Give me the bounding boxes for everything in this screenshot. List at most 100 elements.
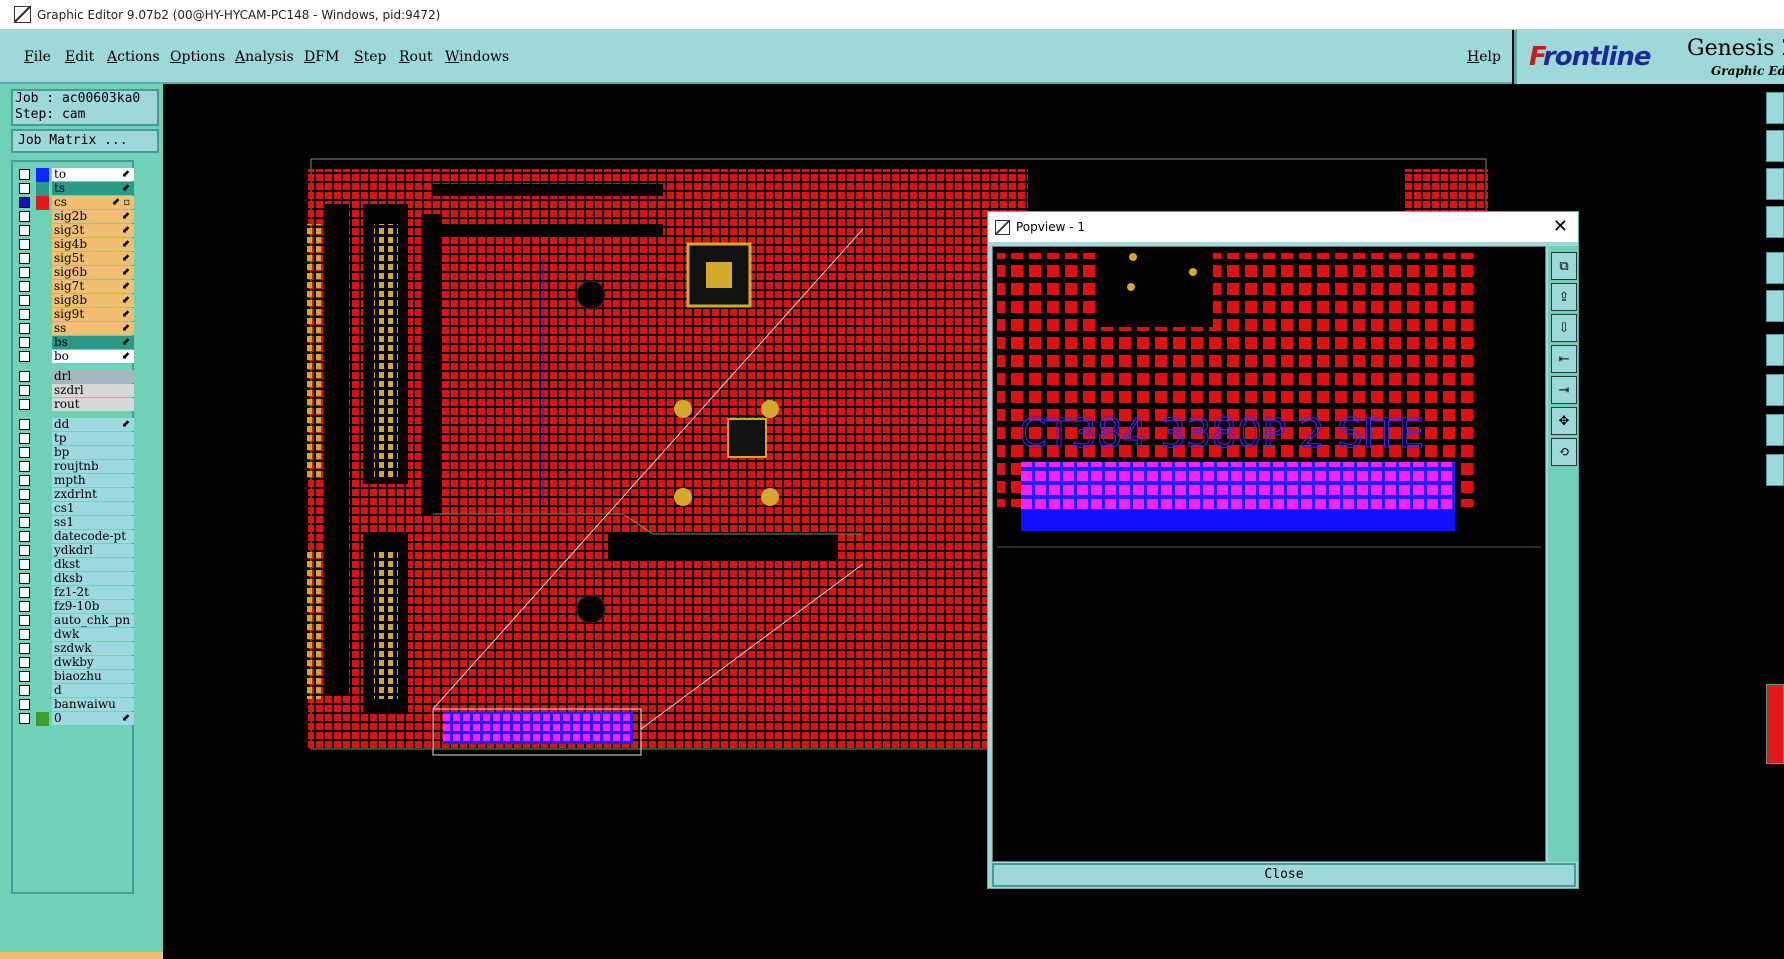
layer-row-szdwk[interactable]: szdwk [16, 642, 134, 656]
layer-row-bp[interactable]: bp [16, 446, 134, 460]
layer-checkbox[interactable] [19, 545, 30, 556]
layer-row-sig5t[interactable]: sig5t ⬋ [16, 252, 134, 266]
layer-checkbox[interactable] [19, 253, 30, 264]
layer-row-dwkby[interactable]: dwkby [16, 656, 134, 670]
menu-step[interactable]: Step [354, 49, 386, 65]
layer-checkbox[interactable] [19, 197, 30, 208]
layer-row-sig2b[interactable]: sig2b ⬋ [16, 210, 134, 224]
layer-name[interactable]: bp [52, 446, 134, 459]
layer-row-mpth[interactable]: mpth [16, 474, 134, 488]
popview-close-icon[interactable]: ✕ [1553, 212, 1568, 242]
layer-row-dksb[interactable]: dksb [16, 572, 134, 586]
menu-options[interactable]: Options [170, 49, 225, 65]
layer-name[interactable]: dwkby [52, 656, 134, 669]
layer-checkbox[interactable] [19, 643, 30, 654]
layer-checkbox[interactable] [19, 517, 30, 528]
pan-right-icon[interactable]: ⇥ [1551, 376, 1577, 404]
layer-name[interactable]: dkst [52, 558, 134, 571]
layer-name[interactable]: szdwk [52, 642, 134, 655]
layer-row-ydkdrl[interactable]: ydkdrl [16, 544, 134, 558]
right-tool-5[interactable] [1766, 252, 1784, 284]
right-tool-2[interactable] [1766, 130, 1784, 162]
layer-name[interactable]: auto_chk_pn [52, 614, 134, 627]
menu-rout[interactable]: Rout [399, 49, 433, 65]
layer-checkbox[interactable] [19, 211, 30, 222]
layer-checkbox[interactable] [19, 385, 30, 396]
layer-row-tp[interactable]: tp [16, 432, 134, 446]
layer-checkbox[interactable] [19, 601, 30, 612]
pan-left-icon[interactable]: ⇤ [1551, 345, 1577, 373]
layer-row-sig8b[interactable]: sig8b ⬋ [16, 294, 134, 308]
layer-checkbox[interactable] [19, 281, 30, 292]
layer-checkbox[interactable] [19, 419, 30, 430]
layer-name[interactable]: zxdrlnt [52, 488, 134, 501]
right-tool-6[interactable] [1766, 290, 1784, 322]
layer-name[interactable]: roujtnb [52, 460, 134, 473]
layer-checkbox[interactable] [19, 371, 30, 382]
layer-row-d[interactable]: d [16, 684, 134, 698]
layer-checkbox[interactable] [19, 657, 30, 668]
layer-row-biaozhu[interactable]: biaozhu [16, 670, 134, 684]
right-tool-8[interactable] [1766, 374, 1784, 406]
zoom-fit-icon[interactable]: ⧉ [1551, 252, 1577, 280]
layer-row-ss1[interactable]: ss1 [16, 516, 134, 530]
layer-row-to[interactable]: to ⬋ [16, 168, 134, 182]
popview-close-button[interactable]: Close [992, 863, 1576, 887]
layer-checkbox[interactable] [19, 685, 30, 696]
layer-checkbox[interactable] [19, 399, 30, 410]
pan-up-icon[interactable]: ⇪ [1551, 283, 1577, 311]
refresh-icon[interactable]: ⟲ [1551, 438, 1577, 466]
layer-row-banwaiwu[interactable]: banwaiwu [16, 698, 134, 712]
menu-help[interactable]: Help [1467, 49, 1501, 65]
layer-row-cs[interactable]: cs ⬋ ▫ [16, 196, 134, 210]
layer-checkbox[interactable] [19, 573, 30, 584]
layer-name[interactable]: dksb [52, 572, 134, 585]
layer-row-ss[interactable]: ss ⬋ [16, 322, 134, 336]
layer-checkbox[interactable] [19, 183, 30, 194]
menu-analysis[interactable]: Analysis [235, 49, 294, 65]
menu-dfm[interactable]: DFM [304, 49, 339, 65]
layer-row-fz9-10b[interactable]: fz9-10b [16, 600, 134, 614]
layer-row-sig6b[interactable]: sig6b ⬋ [16, 266, 134, 280]
layer-checkbox[interactable] [19, 461, 30, 472]
layer-row-dd[interactable]: dd ⬋ [16, 418, 134, 432]
layer-row-sig9t[interactable]: sig9t ⬋ [16, 308, 134, 322]
zoom-area-icon[interactable]: ✥ [1551, 407, 1577, 435]
layer-row-sig4b[interactable]: sig4b ⬋ [16, 238, 134, 252]
layer-name[interactable]: rout [52, 398, 134, 411]
popview-zoomed-view[interactable]: CT384 3380P 2 SITE [993, 247, 1545, 861]
layer-row-cs1[interactable]: cs1 [16, 502, 134, 516]
layer-row-zxdrlnt[interactable]: zxdrlnt [16, 488, 134, 502]
layer-row-dwk[interactable]: dwk [16, 628, 134, 642]
layer-checkbox[interactable] [19, 475, 30, 486]
layer-name[interactable]: tp [52, 432, 134, 445]
layer-name[interactable]: banwaiwu [52, 698, 134, 711]
right-tool-4[interactable] [1766, 206, 1784, 238]
layer-row-dkst[interactable]: dkst [16, 558, 134, 572]
menu-actions[interactable]: Actions [107, 49, 160, 65]
right-tool-red[interactable] [1766, 684, 1784, 764]
layer-checkbox[interactable] [19, 671, 30, 682]
layer-checkbox[interactable] [19, 713, 30, 724]
popview-canvas[interactable]: CT384 3380P 2 SITE [992, 246, 1546, 862]
layer-checkbox[interactable] [19, 433, 30, 444]
layer-checkbox[interactable] [19, 225, 30, 236]
layer-name[interactable]: szdrl [52, 384, 134, 397]
right-tool-3[interactable] [1766, 168, 1784, 200]
layer-row-drl[interactable]: drl [16, 370, 134, 384]
layer-name[interactable]: ss1 [52, 516, 134, 529]
job-matrix-button[interactable]: Job Matrix ... [11, 129, 159, 153]
layer-name[interactable]: cs1 [52, 502, 134, 515]
menu-file[interactable]: File [24, 49, 51, 65]
layer-row-0[interactable]: 0 ⬋ [16, 712, 134, 726]
layer-checkbox[interactable] [19, 629, 30, 640]
pan-down-icon[interactable]: ⇩ [1551, 314, 1577, 342]
layer-checkbox[interactable] [19, 559, 30, 570]
layer-row-sig7t[interactable]: sig7t ⬋ [16, 280, 134, 294]
layer-row-ts[interactable]: ts ⬋ [16, 182, 134, 196]
layer-checkbox[interactable] [19, 169, 30, 180]
right-tool-9[interactable] [1766, 414, 1784, 446]
layer-checkbox[interactable] [19, 295, 30, 306]
layer-row-sig3t[interactable]: sig3t ⬋ [16, 224, 134, 238]
layer-name[interactable]: fz9-10b [52, 600, 134, 613]
